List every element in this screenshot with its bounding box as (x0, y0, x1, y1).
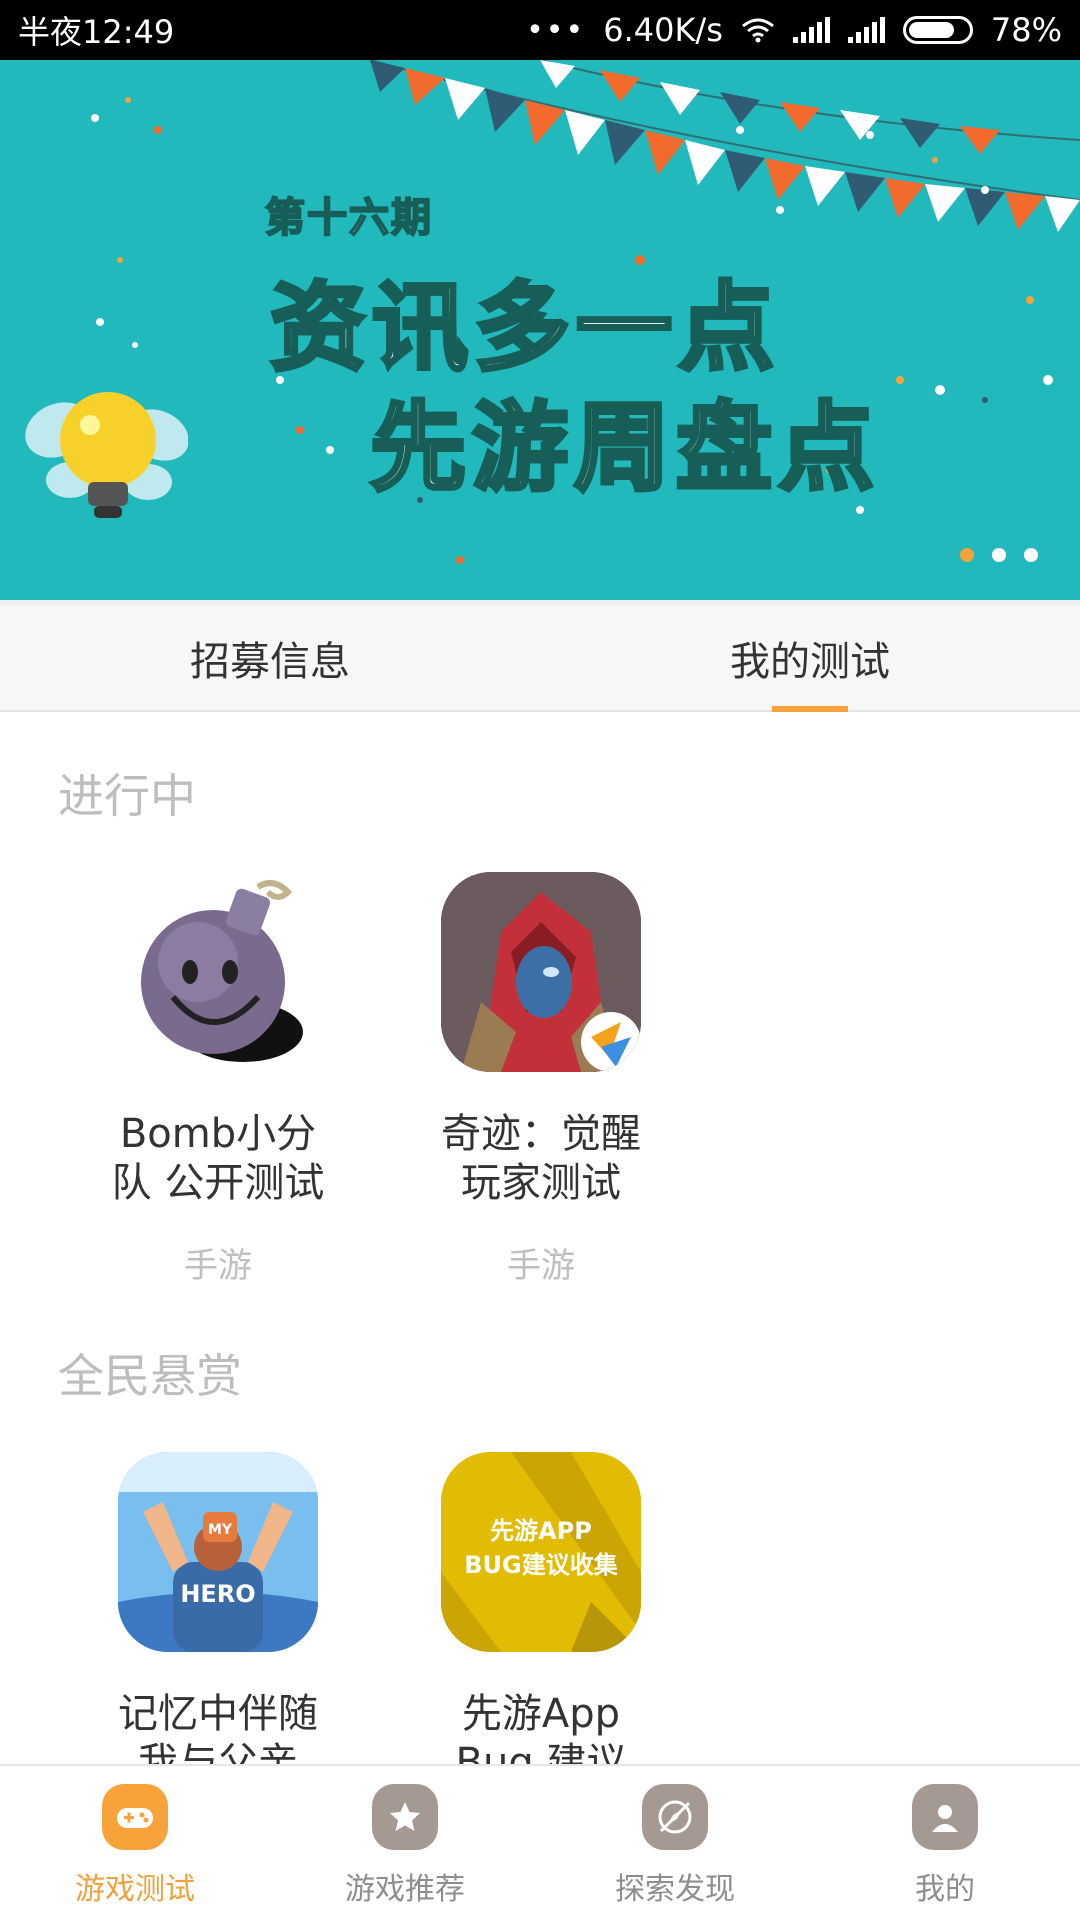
lightbulb-mascot-icon (25, 392, 188, 518)
tab-recruitment[interactable]: 招募信息 (0, 606, 540, 710)
section-title-in-progress: 进行中 (58, 769, 196, 823)
tab-my-tests[interactable]: 我的测试 (540, 606, 1080, 712)
nav-label: 我的 (915, 1872, 975, 1907)
network-speed: 6.40K/s (603, 11, 723, 49)
compass-icon (642, 1784, 708, 1850)
signal-strength-icon (792, 17, 830, 43)
nav-game-test[interactable]: 游戏测试 (0, 1766, 270, 1920)
nav-game-recommend[interactable]: 游戏推荐 (270, 1766, 540, 1920)
game-name: 奇迹：觉醒玩家测试 (441, 1111, 641, 1206)
nav-explore[interactable]: 探索发现 (540, 1766, 810, 1920)
bottom-navigation: 游戏测试 游戏推荐 探索发现 我的 (0, 1764, 1080, 1920)
pager-dot[interactable] (1024, 548, 1038, 562)
notification-dots-icon: ••• (526, 12, 586, 48)
game-name: Bomb小分队 公开测试 (111, 1111, 325, 1206)
nav-label: 探索发现 (615, 1872, 735, 1907)
pager-dot[interactable] (960, 548, 974, 562)
battery-percent: 78% (990, 11, 1062, 49)
gamepad-icon (102, 1784, 168, 1850)
pager-dot[interactable] (992, 548, 1006, 562)
tab-label: 招募信息 (190, 639, 350, 685)
bug-feedback-icon-text: 先游APP BUG建议收集 (464, 1517, 618, 1579)
wifi-icon (741, 18, 774, 43)
tab-label: 我的测试 (730, 639, 890, 685)
banner-headline-1: 资讯多一点 (268, 270, 780, 386)
xianyou-bug-feedback-icon: 先游APP BUG建议收集 (441, 1452, 641, 1652)
game-card[interactable]: HERO MY 记忆中伴随我与父亲 (108, 1452, 328, 1788)
banner-kicker: 第十六期 (264, 194, 433, 242)
game-card[interactable]: 奇迹：觉醒玩家测试 手游 (431, 872, 651, 1287)
game-type: 手游 (184, 1246, 252, 1286)
signal-strength-icon (847, 17, 885, 43)
promo-banner[interactable]: 第十六期 资讯多一点 先游周盘点 (0, 60, 1080, 600)
star-icon (372, 1784, 438, 1850)
svg-text:MY: MY (208, 1522, 233, 1538)
nav-mine[interactable]: 我的 (810, 1766, 1080, 1920)
svg-text:HERO: HERO (180, 1580, 255, 1608)
miracle-awakening-game-icon (441, 872, 641, 1072)
bomb-game-icon (118, 872, 318, 1072)
game-card[interactable]: Bomb小分队 公开测试 手游 (108, 872, 328, 1287)
banner-pager[interactable] (960, 548, 1038, 562)
battery-icon (902, 16, 973, 44)
section-title-bounty: 全民悬赏 (58, 1349, 242, 1403)
status-time: 半夜12:49 (18, 13, 175, 51)
my-hero-game-icon: HERO MY (118, 1452, 318, 1652)
status-bar: 半夜12:49 ••• 6.40K/s 78% (0, 0, 1080, 60)
banner-headline-2: 先游周盘点 (368, 390, 880, 506)
nav-label: 游戏测试 (75, 1872, 195, 1907)
game-type: 手游 (507, 1246, 575, 1286)
active-tab-indicator (772, 706, 848, 712)
tab-bar: 招募信息 我的测试 (0, 600, 1080, 712)
user-icon (912, 1784, 978, 1850)
nav-label: 游戏推荐 (345, 1872, 465, 1907)
game-card[interactable]: 先游APP BUG建议收集 先游App Bug 建议 (431, 1452, 651, 1788)
